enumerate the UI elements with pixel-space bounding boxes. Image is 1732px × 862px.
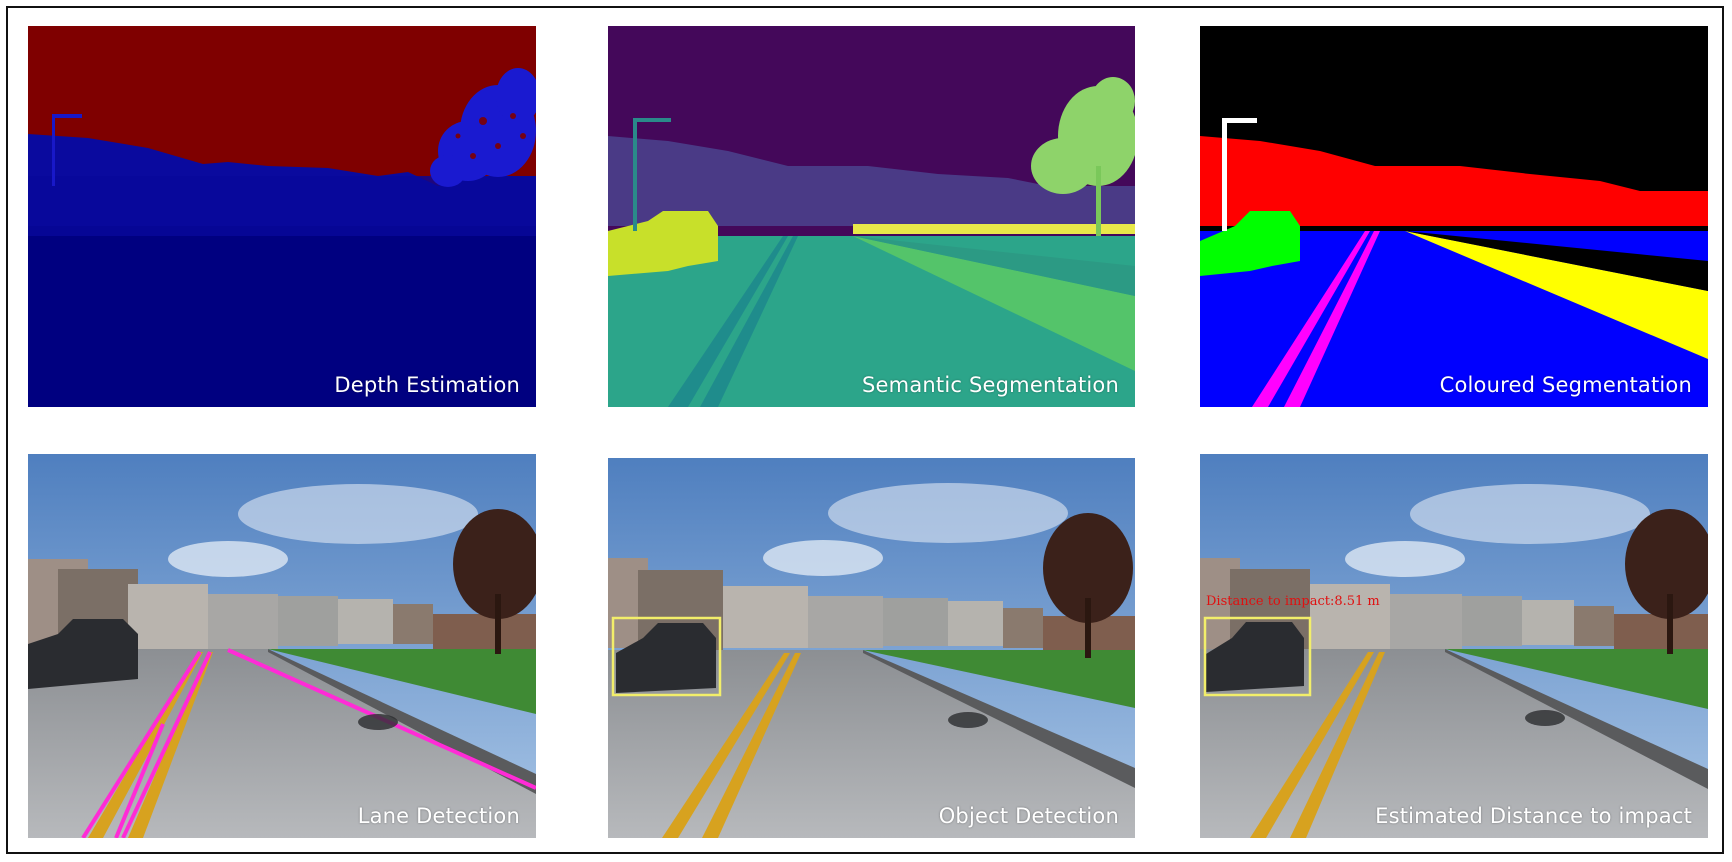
coloured-segmentation-image xyxy=(1200,26,1708,407)
coloured-segmentation-panel: Coloured Segmentation xyxy=(1200,26,1708,407)
depth-map-image xyxy=(28,26,536,407)
semantic-segmentation-image xyxy=(608,26,1135,407)
lane-detection-image xyxy=(28,454,536,838)
figure-frame: Depth Estimation Semantic Segmentation C… xyxy=(6,6,1724,854)
distance-estimation-panel: Distance to impact:8.51 m Estimated Dist… xyxy=(1200,454,1708,838)
semantic-segmentation-caption: Semantic Segmentation xyxy=(862,373,1119,397)
depth-estimation-caption: Depth Estimation xyxy=(334,373,520,397)
distance-estimation-image xyxy=(1200,454,1708,838)
lane-detection-panel: Lane Detection xyxy=(28,454,536,838)
object-detection-panel: Object Detection xyxy=(608,458,1135,838)
distance-estimation-caption: Estimated Distance to impact xyxy=(1375,804,1692,828)
lane-detection-caption: Lane Detection xyxy=(357,804,520,828)
coloured-segmentation-caption: Coloured Segmentation xyxy=(1439,373,1692,397)
semantic-segmentation-panel: Semantic Segmentation xyxy=(608,26,1135,407)
depth-estimation-panel: Depth Estimation xyxy=(28,26,536,407)
object-detection-caption: Object Detection xyxy=(938,804,1119,828)
distance-to-impact-label: Distance to impact:8.51 m xyxy=(1206,594,1380,609)
object-detection-image xyxy=(608,458,1135,838)
